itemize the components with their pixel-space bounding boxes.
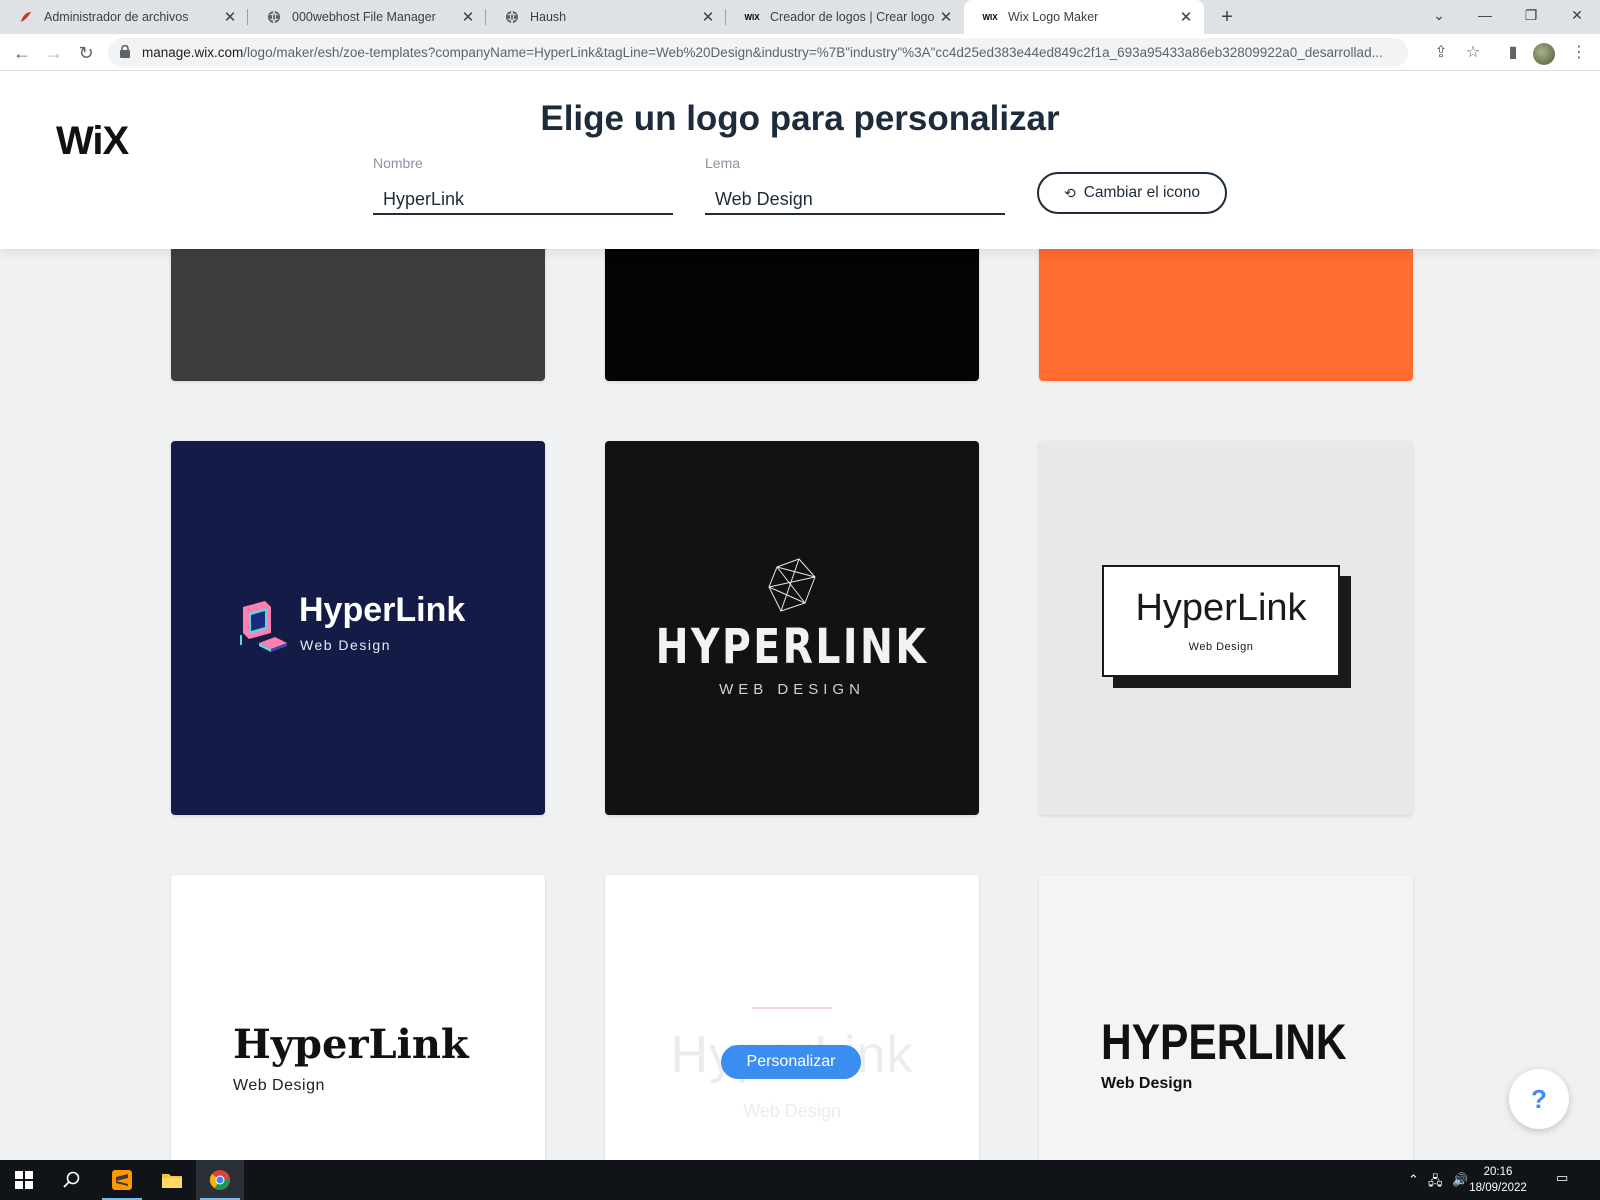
browser-toolbar: ← → ↻ manage.wix.com/logo/maker/esh/zoe-… [0, 34, 1600, 71]
change-icon-label: Cambiar el icono [1083, 184, 1201, 201]
network-icon[interactable]: 🖧 [1428, 1172, 1443, 1194]
menu-kebab-icon[interactable]: ⋮ [1566, 40, 1592, 66]
logo-tagline: Web Design [1188, 641, 1254, 653]
close-tab-icon[interactable]: ✕ [1178, 8, 1194, 26]
clock-time: 20:16 [1483, 1166, 1513, 1178]
tab-title: Haush [530, 10, 567, 24]
swap-icon: ⟲ [1063, 184, 1076, 201]
personalize-button[interactable]: Personalizar [721, 1045, 861, 1079]
logo-card-7[interactable]: HyperLink Web Design [171, 875, 545, 1160]
page-content: WiX Elige un logo para personalizar Nomb… [0, 71, 1600, 1160]
url-host: manage.wix.com [142, 45, 244, 60]
notification-center-icon[interactable]: ▭ [1556, 1170, 1568, 1186]
tagline-label: Lema [705, 155, 741, 171]
back-arrow-icon[interactable]: ← [8, 39, 36, 67]
reload-icon[interactable]: ↻ [72, 39, 100, 67]
filemanager-favicon-icon [18, 9, 34, 25]
change-icon-button[interactable]: ⟲ Cambiar el icono [1037, 172, 1227, 214]
logo-accent-line [752, 1007, 832, 1009]
minimize-button[interactable]: — [1462, 0, 1508, 30]
logo-name: HyperLink [299, 591, 466, 629]
tab-title: Creador de logos | Crear logo gra [770, 10, 938, 24]
restore-button[interactable]: ❐ [1508, 0, 1554, 30]
globe-favicon-icon [504, 9, 520, 25]
url-path: /logo/maker/esh/zoe-templates?companyNam… [243, 45, 1383, 60]
tagline-field[interactable]: Lema Web Design [705, 155, 1005, 215]
share-icon[interactable]: ⇪ [1428, 40, 1454, 66]
tab-creador-logos[interactable]: WIX Creador de logos | Crear logo gra ✕ [726, 0, 964, 34]
system-clock[interactable]: 20:16 18/09/2022 [1466, 1164, 1530, 1196]
side-panel-icon[interactable]: ▮ [1500, 40, 1526, 66]
close-window-button[interactable]: ✕ [1554, 0, 1600, 30]
tab-title: Wix Logo Maker [1008, 10, 1099, 24]
url-text: manage.wix.com/logo/maker/esh/zoe-templa… [142, 45, 1392, 60]
close-tab-icon[interactable]: ✕ [460, 8, 476, 26]
tab-wix-logo-maker[interactable]: WIX Wix Logo Maker ✕ [964, 0, 1204, 34]
windows-taskbar: ⌃ 🖧 🔊 20:16 18/09/2022 ▭ [0, 1160, 1600, 1200]
sublime-text-icon[interactable] [98, 1160, 146, 1200]
tagline-input[interactable]: Web Design [705, 185, 1005, 215]
chrome-icon[interactable] [196, 1160, 244, 1200]
lock-icon [120, 45, 130, 58]
tab-title: Administrador de archivos [44, 10, 189, 24]
logo-frame: HyperLink Web Design [1102, 565, 1340, 677]
page-title: Elige un logo para personalizar [540, 99, 1060, 138]
tab-administrador[interactable]: Administrador de archivos ✕ [0, 0, 248, 34]
logo-card-6[interactable]: HyperLink Web Design [1039, 441, 1413, 815]
tab-search-chevron-icon[interactable]: ⌄ [1416, 0, 1462, 30]
logo-tagline: Web Design [743, 1101, 841, 1121]
forward-arrow-icon[interactable]: → [40, 39, 68, 67]
wix-favicon-icon: WIX [982, 12, 998, 22]
close-tab-icon[interactable]: ✕ [222, 8, 238, 26]
clock-date: 18/09/2022 [1469, 1182, 1527, 1194]
name-input[interactable]: HyperLink [373, 185, 673, 215]
logo-tagline: Web Design [1101, 1075, 1193, 1092]
geometric-crystal-icon [768, 558, 816, 612]
logo-name: HyperLink [1135, 587, 1307, 629]
name-label: Nombre [373, 155, 423, 171]
logo-name: HYPERLINK [1101, 1014, 1347, 1070]
logo-tagline: Web Design [233, 1077, 325, 1094]
tab-haush[interactable]: Haush ✕ [486, 0, 726, 34]
tab-title: 000webhost File Manager [292, 10, 436, 24]
logo-card-4[interactable]: HyperLink Web Design [171, 441, 545, 815]
browser-tabbar: Administrador de archivos ✕ 000webhost F… [0, 0, 1600, 34]
address-bar[interactable]: manage.wix.com/logo/maker/esh/zoe-templa… [108, 38, 1408, 67]
logo-tagline: Web Design [300, 637, 392, 653]
star-bookmark-icon[interactable]: ☆ [1460, 40, 1486, 66]
tab-000webhost[interactable]: 000webhost File Manager ✕ [248, 0, 486, 34]
close-tab-icon[interactable]: ✕ [938, 8, 954, 26]
profile-avatar[interactable] [1533, 43, 1555, 65]
help-button[interactable]: ? [1509, 1069, 1569, 1129]
tray-chevron-up-icon[interactable]: ⌃ [1408, 1172, 1419, 1188]
wix-favicon-icon: WIX [744, 12, 760, 22]
logo-name: HYPERLINK [655, 619, 929, 675]
logo-card-8[interactable]: HyperLink Web Design Personalizar [605, 875, 979, 1160]
logo-card-9[interactable]: HYPERLINK Web Design [1039, 875, 1413, 1160]
logo-name: HyperLink [233, 1021, 469, 1068]
globe-favicon-icon [266, 9, 282, 25]
new-tab-button[interactable]: + [1214, 4, 1240, 30]
close-tab-icon[interactable]: ✕ [700, 8, 716, 26]
logo-tagline: WEB DESIGN [719, 681, 865, 698]
page-header: WiX Elige un logo para personalizar Nomb… [0, 71, 1600, 249]
file-explorer-icon[interactable] [148, 1160, 196, 1200]
computer-isometric-icon [240, 601, 287, 652]
name-field[interactable]: Nombre HyperLink [373, 155, 673, 215]
logo-card-5[interactable]: HYPERLINK WEB DESIGN [605, 441, 979, 815]
search-icon[interactable] [48, 1160, 96, 1200]
windows-start-icon[interactable] [0, 1160, 48, 1200]
